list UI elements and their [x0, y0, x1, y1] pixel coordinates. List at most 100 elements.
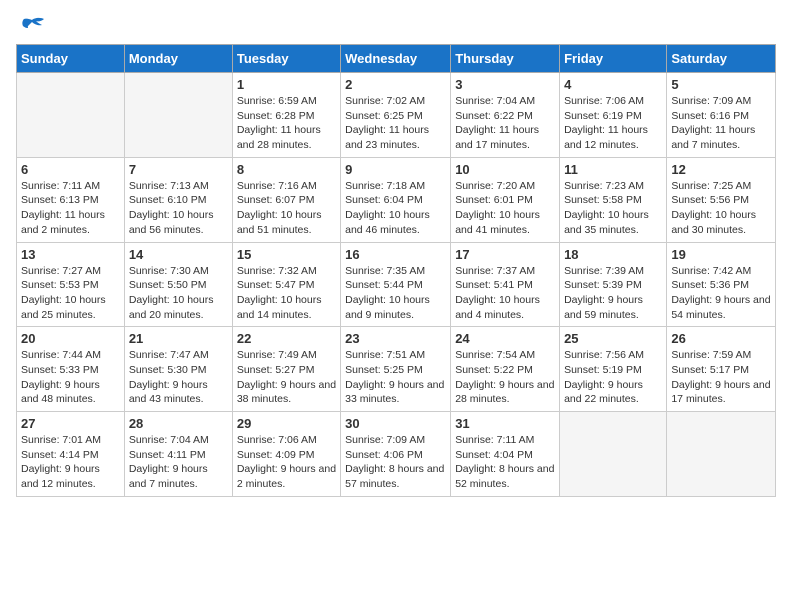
- day-number: 8: [237, 162, 336, 177]
- calendar-cell: 3Sunrise: 7:04 AMSunset: 6:22 PMDaylight…: [451, 73, 560, 158]
- calendar-cell: 22 Sunrise: 7:49 AMSunset: 5:27 PMDayligh…: [232, 327, 340, 412]
- day-info: Sunrise: 7:59 AMSunset: 5:17 PMDaylight:…: [671, 348, 771, 407]
- day-info: Sunrise: 7:37 AMSunset: 5:41 PMDaylight:…: [455, 264, 555, 323]
- day-number: 29: [237, 416, 336, 431]
- header-tuesday: Tuesday: [232, 45, 340, 73]
- day-number: 20: [21, 331, 120, 346]
- calendar-cell: [667, 412, 776, 497]
- day-number: 27: [21, 416, 120, 431]
- day-info: Sunrise: 7:25 AMSunset: 5:56 PMDaylight:…: [671, 179, 771, 238]
- calendar-cell: 6 Sunrise: 7:11 AMSunset: 6:13 PMDaylight…: [17, 157, 125, 242]
- day-number: 19: [671, 247, 771, 262]
- calendar-cell: [124, 73, 232, 158]
- day-info: Sunrise: 7:32 AMSunset: 5:47 PMDaylight:…: [237, 264, 336, 323]
- calendar-cell: 4Sunrise: 7:06 AMSunset: 6:19 PMDaylight…: [560, 73, 667, 158]
- day-number: 18: [564, 247, 662, 262]
- day-number: 10: [455, 162, 555, 177]
- day-number: 17: [455, 247, 555, 262]
- day-info: Sunrise: 7:42 AMSunset: 5:36 PMDaylight:…: [671, 264, 771, 323]
- day-number: 23: [345, 331, 446, 346]
- day-number: 16: [345, 247, 446, 262]
- calendar-table: SundayMondayTuesdayWednesdayThursdayFrid…: [16, 44, 776, 497]
- day-info: Sunrise: 7:11 AMSunset: 4:04 PMDaylight:…: [455, 433, 555, 492]
- calendar-cell: 2Sunrise: 7:02 AMSunset: 6:25 PMDaylight…: [341, 73, 451, 158]
- day-number: 24: [455, 331, 555, 346]
- calendar-cell: 7 Sunrise: 7:13 AMSunset: 6:10 PMDaylight…: [124, 157, 232, 242]
- header-monday: Monday: [124, 45, 232, 73]
- calendar-cell: 15 Sunrise: 7:32 AMSunset: 5:47 PMDayligh…: [232, 242, 340, 327]
- day-info: Sunrise: 7:06 AMSunset: 4:09 PMDaylight:…: [237, 433, 336, 492]
- day-number: 2: [345, 77, 446, 92]
- day-number: 22: [237, 331, 336, 346]
- day-info: Sunrise: 7:01 AMSunset: 4:14 PMDaylight:…: [21, 433, 120, 492]
- logo-bird-icon: [18, 16, 46, 38]
- day-info: Sunrise: 6:59 AMSunset: 6:28 PMDaylight:…: [237, 94, 336, 153]
- calendar-cell: 8 Sunrise: 7:16 AMSunset: 6:07 PMDaylight…: [232, 157, 340, 242]
- calendar-cell: 16Sunrise: 7:35 AMSunset: 5:44 PMDayligh…: [341, 242, 451, 327]
- header-friday: Friday: [560, 45, 667, 73]
- calendar-cell: 5 Sunrise: 7:09 AMSunset: 6:16 PMDaylight…: [667, 73, 776, 158]
- calendar-cell: 9Sunrise: 7:18 AMSunset: 6:04 PMDaylight…: [341, 157, 451, 242]
- calendar-cell: 26Sunrise: 7:59 AMSunset: 5:17 PMDayligh…: [667, 327, 776, 412]
- header-wednesday: Wednesday: [341, 45, 451, 73]
- day-info: Sunrise: 7:09 AMSunset: 6:16 PMDaylight:…: [671, 94, 771, 153]
- calendar-week-3: 13 Sunrise: 7:27 AMSunset: 5:53 PMDayligh…: [17, 242, 776, 327]
- day-info: Sunrise: 7:30 AMSunset: 5:50 PMDaylight:…: [129, 264, 228, 323]
- day-number: 13: [21, 247, 120, 262]
- calendar-cell: 13 Sunrise: 7:27 AMSunset: 5:53 PMDayligh…: [17, 242, 125, 327]
- day-number: 5: [671, 77, 771, 92]
- calendar-cell: 25 Sunrise: 7:56 AMSunset: 5:19 PMDayligh…: [560, 327, 667, 412]
- header-saturday: Saturday: [667, 45, 776, 73]
- day-info: Sunrise: 7:27 AMSunset: 5:53 PMDaylight:…: [21, 264, 120, 323]
- calendar-cell: 21Sunrise: 7:47 AMSunset: 5:30 PMDayligh…: [124, 327, 232, 412]
- calendar-cell: 1 Sunrise: 6:59 AMSunset: 6:28 PMDaylight…: [232, 73, 340, 158]
- day-number: 7: [129, 162, 228, 177]
- day-number: 11: [564, 162, 662, 177]
- day-number: 14: [129, 247, 228, 262]
- day-number: 30: [345, 416, 446, 431]
- logo: [16, 16, 46, 34]
- calendar-cell: 20Sunrise: 7:44 AMSunset: 5:33 PMDayligh…: [17, 327, 125, 412]
- calendar-cell: 29 Sunrise: 7:06 AMSunset: 4:09 PMDayligh…: [232, 412, 340, 497]
- day-number: 6: [21, 162, 120, 177]
- day-info: Sunrise: 7:49 AMSunset: 5:27 PMDaylight:…: [237, 348, 336, 407]
- calendar-week-4: 20Sunrise: 7:44 AMSunset: 5:33 PMDayligh…: [17, 327, 776, 412]
- day-number: 3: [455, 77, 555, 92]
- day-info: Sunrise: 7:04 AMSunset: 4:11 PMDaylight:…: [129, 433, 228, 492]
- calendar-cell: 28Sunrise: 7:04 AMSunset: 4:11 PMDayligh…: [124, 412, 232, 497]
- day-info: Sunrise: 7:16 AMSunset: 6:07 PMDaylight:…: [237, 179, 336, 238]
- calendar-cell: 12 Sunrise: 7:25 AMSunset: 5:56 PMDayligh…: [667, 157, 776, 242]
- day-number: 15: [237, 247, 336, 262]
- calendar-cell: 31 Sunrise: 7:11 AMSunset: 4:04 PMDayligh…: [451, 412, 560, 497]
- calendar-cell: 27 Sunrise: 7:01 AMSunset: 4:14 PMDayligh…: [17, 412, 125, 497]
- calendar-cell: [560, 412, 667, 497]
- day-info: Sunrise: 7:13 AMSunset: 6:10 PMDaylight:…: [129, 179, 228, 238]
- day-info: Sunrise: 7:47 AMSunset: 5:30 PMDaylight:…: [129, 348, 228, 407]
- day-number: 1: [237, 77, 336, 92]
- calendar-cell: 14 Sunrise: 7:30 AMSunset: 5:50 PMDayligh…: [124, 242, 232, 327]
- day-info: Sunrise: 7:54 AMSunset: 5:22 PMDaylight:…: [455, 348, 555, 407]
- header-sunday: Sunday: [17, 45, 125, 73]
- day-info: Sunrise: 7:23 AMSunset: 5:58 PMDaylight:…: [564, 179, 662, 238]
- calendar-cell: [17, 73, 125, 158]
- day-number: 9: [345, 162, 446, 177]
- day-number: 25: [564, 331, 662, 346]
- calendar-week-1: 1 Sunrise: 6:59 AMSunset: 6:28 PMDaylight…: [17, 73, 776, 158]
- calendar-cell: 23 Sunrise: 7:51 AMSunset: 5:25 PMDayligh…: [341, 327, 451, 412]
- calendar-header-row: SundayMondayTuesdayWednesdayThursdayFrid…: [17, 45, 776, 73]
- header-thursday: Thursday: [451, 45, 560, 73]
- page-header: [16, 16, 776, 34]
- day-info: Sunrise: 7:39 AMSunset: 5:39 PMDaylight:…: [564, 264, 662, 323]
- day-info: Sunrise: 7:51 AMSunset: 5:25 PMDaylight:…: [345, 348, 446, 407]
- calendar-cell: 11 Sunrise: 7:23 AMSunset: 5:58 PMDayligh…: [560, 157, 667, 242]
- day-number: 31: [455, 416, 555, 431]
- day-number: 12: [671, 162, 771, 177]
- day-info: Sunrise: 7:56 AMSunset: 5:19 PMDaylight:…: [564, 348, 662, 407]
- calendar-cell: 30Sunrise: 7:09 AMSunset: 4:06 PMDayligh…: [341, 412, 451, 497]
- calendar-cell: 18 Sunrise: 7:39 AMSunset: 5:39 PMDayligh…: [560, 242, 667, 327]
- calendar-cell: 17 Sunrise: 7:37 AMSunset: 5:41 PMDayligh…: [451, 242, 560, 327]
- calendar-cell: 19 Sunrise: 7:42 AMSunset: 5:36 PMDayligh…: [667, 242, 776, 327]
- day-info: Sunrise: 7:11 AMSunset: 6:13 PMDaylight:…: [21, 179, 120, 238]
- calendar-cell: 10Sunrise: 7:20 AMSunset: 6:01 PMDayligh…: [451, 157, 560, 242]
- calendar-week-5: 27 Sunrise: 7:01 AMSunset: 4:14 PMDayligh…: [17, 412, 776, 497]
